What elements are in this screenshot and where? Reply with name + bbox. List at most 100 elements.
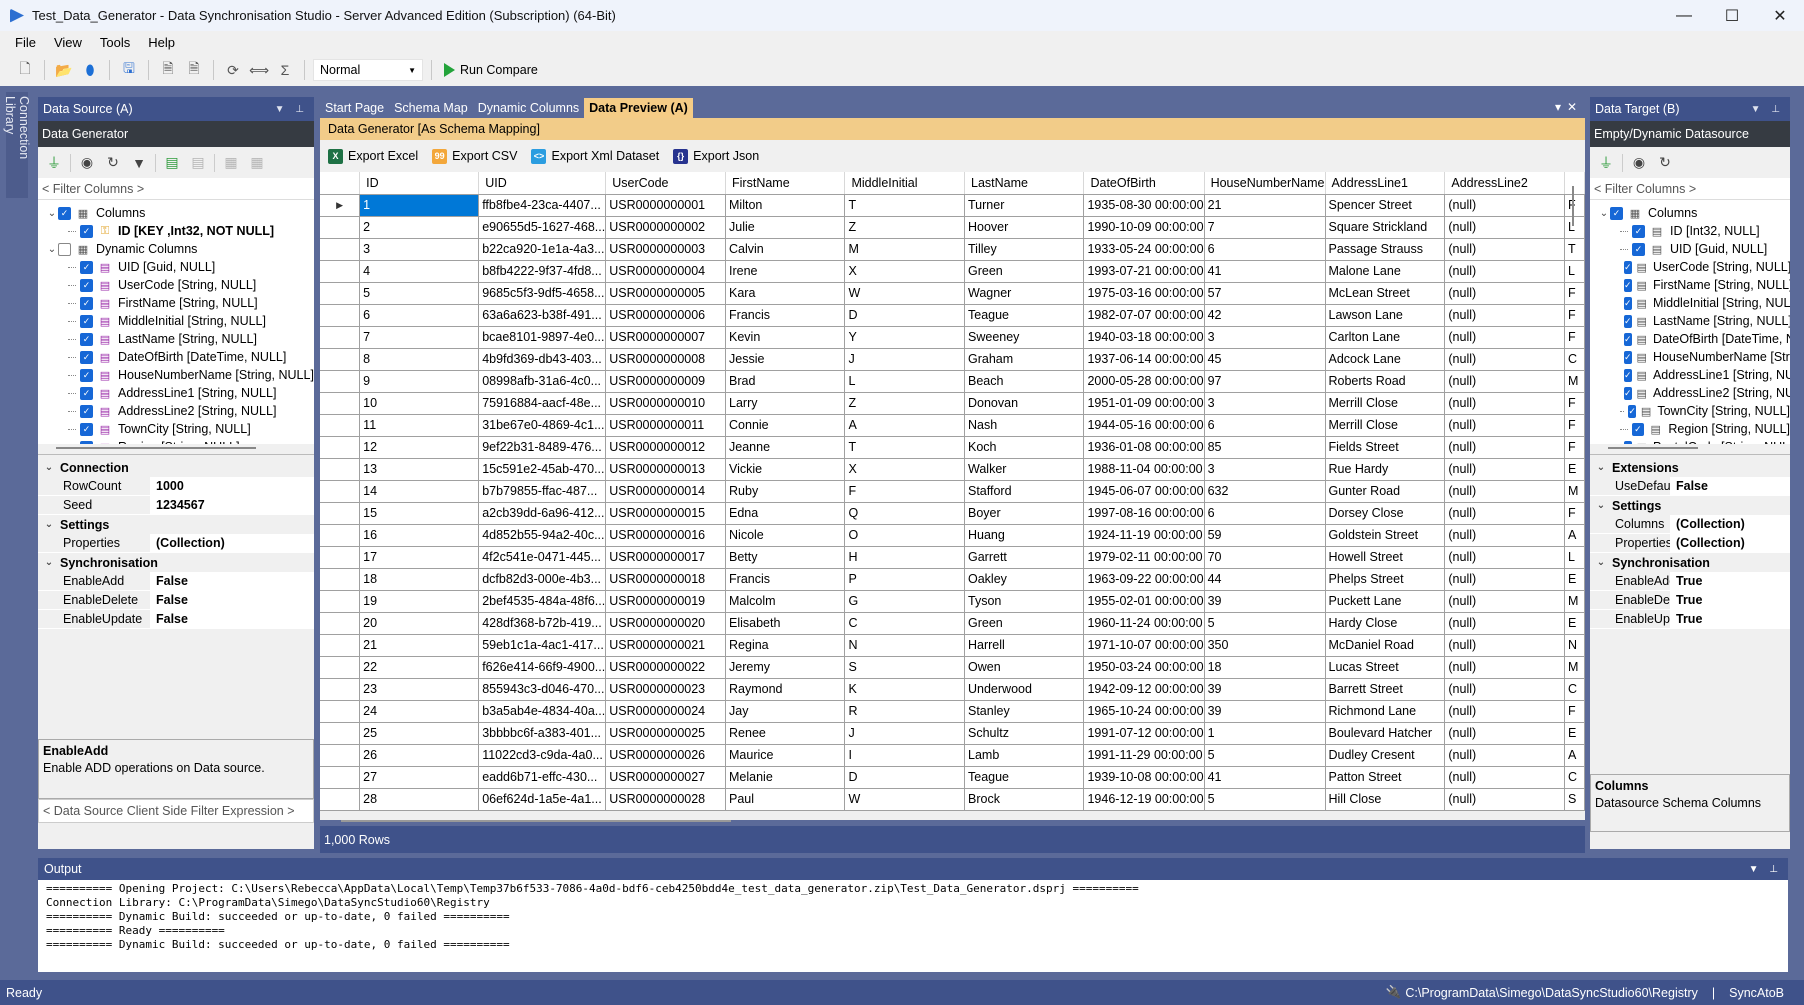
- table-cell[interactable]: Renee: [725, 722, 846, 745]
- table-cell[interactable]: USR0000000026: [605, 744, 727, 767]
- table-cell[interactable]: 45: [1204, 348, 1326, 371]
- table-cell[interactable]: dcfb82d3-000e-4b3...: [478, 568, 607, 591]
- connect-icon[interactable]: ⏚: [1596, 153, 1616, 173]
- property-row[interactable]: Columns (Collection): [1590, 515, 1790, 534]
- grid-vertical-scrollbar[interactable]: [1572, 186, 1574, 226]
- table-cell[interactable]: E: [1564, 612, 1585, 635]
- refresh-icon[interactable]: ↻: [1655, 153, 1675, 173]
- menu-tools[interactable]: Tools: [91, 35, 139, 50]
- table-cell[interactable]: USR0000000015: [605, 502, 727, 525]
- chevron-down-icon[interactable]: ⌄: [38, 519, 60, 530]
- table-cell[interactable]: (null): [1444, 634, 1566, 657]
- table-cell[interactable]: Francis: [725, 568, 846, 591]
- table-row[interactable]: 5 9685c5f3-9df5-4658... USR0000000005 Kara W…: [320, 282, 1585, 305]
- table-cell[interactable]: E: [1564, 722, 1585, 745]
- table-cell[interactable]: R: [844, 700, 965, 723]
- table-cell[interactable]: 41: [1204, 766, 1326, 789]
- checkbox[interactable]: ✓: [1624, 314, 1632, 328]
- table-cell[interactable]: 17: [359, 546, 480, 569]
- property-row[interactable]: EnableDeleteTrue: [1590, 591, 1790, 610]
- table-cell[interactable]: b8fb4222-9f37-4fd8...: [478, 260, 607, 283]
- table-cell[interactable]: A: [1564, 744, 1585, 767]
- tree-item[interactable]: ✓ ⚿ ID [KEY ,Int32, NOT NULL]: [38, 222, 314, 240]
- table-cell[interactable]: (null): [1444, 436, 1566, 459]
- table-cell[interactable]: USR0000000017: [605, 546, 727, 569]
- table-row[interactable]: 12 9ef22b31-8489-476... USR0000000012 Jeann…: [320, 436, 1585, 459]
- tree-item[interactable]: ⌄ ✓ ▦ Columns: [1590, 204, 1790, 222]
- table-cell[interactable]: USR0000000003: [605, 238, 727, 261]
- table-cell[interactable]: McDaniel Road: [1325, 634, 1446, 657]
- stop-icon[interactable]: ⬮: [79, 59, 101, 81]
- table-cell[interactable]: Walker: [964, 458, 1085, 481]
- table-cell[interactable]: (null): [1444, 744, 1566, 767]
- table-cell[interactable]: Turner: [964, 194, 1085, 217]
- table-cell[interactable]: 1944-05-16 00:00:00: [1083, 414, 1205, 437]
- export-icon[interactable]: 🗎: [183, 59, 205, 81]
- panel-pin-controls[interactable]: ▼ ⊥: [1749, 864, 1782, 875]
- table-cell[interactable]: 97: [1204, 370, 1326, 393]
- table-cell[interactable]: 25: [359, 722, 480, 745]
- checkbox[interactable]: ✓: [1631, 422, 1645, 436]
- table-cell[interactable]: (null): [1444, 568, 1566, 591]
- tree-item[interactable]: ⌄ ▦ Dynamic Columns: [38, 240, 314, 258]
- table-cell[interactable]: 21: [1204, 194, 1326, 217]
- table-cell[interactable]: Green: [964, 612, 1085, 635]
- table-cell[interactable]: 31be67e0-4869-4c1...: [478, 414, 607, 437]
- column-header[interactable]: [1564, 172, 1585, 195]
- table-row[interactable]: 28 06ef624d-1a5e-4a1... USR0000000028 Paul W…: [320, 788, 1585, 811]
- table-cell[interactable]: F: [1564, 326, 1585, 349]
- tree-item[interactable]: ✓ ▤ ID [Int32, NULL]: [1590, 222, 1790, 240]
- menu-file[interactable]: File: [6, 35, 45, 50]
- table-cell[interactable]: Malcolm: [725, 590, 846, 613]
- checkbox[interactable]: ✓: [1624, 350, 1632, 364]
- table-cell[interactable]: Tilley: [964, 238, 1085, 261]
- table-cell[interactable]: F: [1564, 436, 1585, 459]
- table-cell[interactable]: Connie: [725, 414, 846, 437]
- property-row[interactable]: Properties (Collection): [1590, 534, 1790, 553]
- checkbox[interactable]: ✓: [1628, 404, 1636, 418]
- table-cell[interactable]: Koch: [964, 436, 1085, 459]
- property-value[interactable]: (Collection): [1670, 515, 1790, 533]
- table-cell[interactable]: F: [1564, 304, 1585, 327]
- table-cell[interactable]: USR0000000020: [605, 612, 727, 635]
- table-cell[interactable]: b22ca920-1e1a-4a3...: [478, 238, 607, 261]
- table-cell[interactable]: Tyson: [964, 590, 1085, 613]
- table-cell[interactable]: 3: [359, 238, 480, 261]
- table-cell[interactable]: T: [1564, 238, 1585, 261]
- add-column-icon[interactable]: ▤: [162, 153, 182, 173]
- table-cell[interactable]: Huang: [964, 524, 1085, 547]
- tab-data-preview[interactable]: Data Preview (A): [584, 98, 693, 118]
- table-cell[interactable]: M: [1564, 656, 1585, 679]
- table-cell[interactable]: 39: [1204, 678, 1326, 701]
- property-row[interactable]: EnableUpdate False: [38, 610, 314, 629]
- property-row[interactable]: UseDefaultJsonSettingsFalse: [1590, 477, 1790, 496]
- row-selector[interactable]: [320, 282, 361, 305]
- table-row[interactable]: 3 b22ca920-1e1a-4a3... USR0000000003 Calvin…: [320, 238, 1585, 261]
- table-cell[interactable]: Harrell: [964, 634, 1085, 657]
- table-cell[interactable]: Wagner: [964, 282, 1085, 305]
- table-cell[interactable]: Spencer Street: [1325, 194, 1446, 217]
- table-cell[interactable]: Regina: [725, 634, 846, 657]
- property-value[interactable]: False: [1670, 477, 1790, 495]
- table-cell[interactable]: C: [1564, 348, 1585, 371]
- row-selector[interactable]: [320, 480, 361, 503]
- table-row[interactable]: 14 b7b79855-ffac-487... USR0000000014 Ruby F…: [320, 480, 1585, 503]
- table-cell[interactable]: 1963-09-22 00:00:00: [1083, 568, 1205, 591]
- table-cell[interactable]: 12: [359, 436, 480, 459]
- table-cell[interactable]: Nicole: [725, 524, 846, 547]
- table-cell[interactable]: (null): [1444, 282, 1566, 305]
- row-selector[interactable]: [320, 392, 361, 415]
- table-cell[interactable]: 39: [1204, 700, 1326, 723]
- row-selector[interactable]: [320, 590, 361, 613]
- table-cell[interactable]: Milton: [725, 194, 846, 217]
- table-cell[interactable]: Malone Lane: [1325, 260, 1446, 283]
- table-cell[interactable]: 5: [1204, 612, 1326, 635]
- table-cell[interactable]: eadd6b71-effc-430...: [478, 766, 607, 789]
- refresh-icon[interactable]: ↻: [103, 153, 123, 173]
- table-cell[interactable]: USR0000000004: [605, 260, 727, 283]
- table-cell[interactable]: 08998afb-31a6-4c0...: [478, 370, 607, 393]
- table-cell[interactable]: C: [844, 612, 965, 635]
- menu-view[interactable]: View: [45, 35, 91, 50]
- table-cell[interactable]: L: [1564, 546, 1585, 569]
- table-cell[interactable]: Oakley: [964, 568, 1085, 591]
